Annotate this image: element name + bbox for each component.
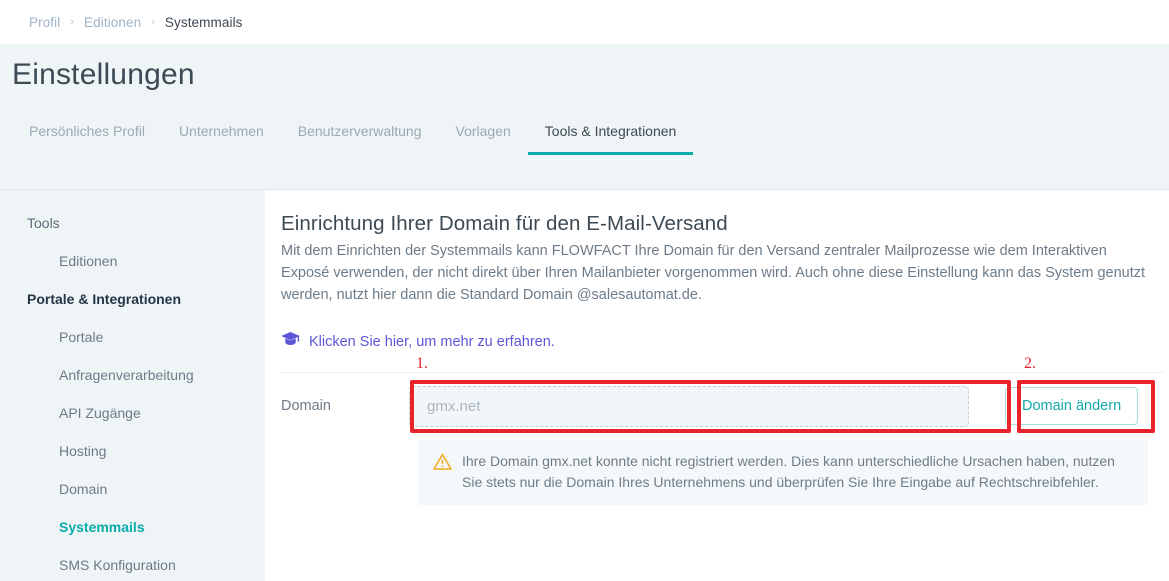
breadcrumb-item-editionen[interactable]: Editionen: [84, 15, 141, 30]
content-heading: Einrichtung Ihrer Domain für den E-Mail-…: [281, 212, 728, 235]
graduation-cap-icon: [281, 332, 300, 352]
warning-triangle-icon: [433, 453, 452, 476]
tab-unternehmen[interactable]: Unternehmen: [162, 121, 281, 155]
tab-bar: Persönliches Profil Unternehmen Benutzer…: [12, 121, 693, 167]
sidebar-item-anfragenverarbeitung[interactable]: Anfragenverarbeitung: [0, 356, 265, 394]
domain-form-row: Domain Domain ändern: [281, 380, 1165, 432]
page-header: Einstellungen Persönliches Profil Untern…: [0, 44, 1169, 190]
sidebar-group-tools[interactable]: Tools: [0, 204, 265, 242]
chevron-right-icon: ›: [70, 15, 75, 28]
breadcrumb: Profil › Editionen › Systemmails: [0, 0, 1169, 44]
sidebar: Tools Editionen Portale & Integrationen …: [0, 190, 265, 581]
chevron-right-icon: ›: [151, 15, 155, 28]
warning-message: Ihre Domain gmx.net konnte nicht registr…: [418, 440, 1148, 505]
change-domain-button[interactable]: Domain ändern: [1005, 387, 1139, 425]
learn-more-link-row[interactable]: Klicken Sie hier, um mehr zu erfahren.: [281, 332, 555, 352]
breadcrumb-item-profil[interactable]: Profil: [29, 15, 60, 30]
domain-label: Domain: [281, 398, 331, 414]
sidebar-item-systemmails[interactable]: Systemmails: [0, 508, 265, 546]
tab-tools-integrationen[interactable]: Tools & Integrationen: [527, 121, 694, 155]
sidebar-item-domain[interactable]: Domain: [0, 470, 265, 508]
tab-persoenliches-profil[interactable]: Persönliches Profil: [12, 121, 162, 155]
learn-more-link[interactable]: Klicken Sie hier, um mehr zu erfahren.: [309, 334, 555, 350]
sidebar-item-hosting[interactable]: Hosting: [0, 432, 265, 470]
sidebar-item-editionen[interactable]: Editionen: [0, 242, 265, 280]
tab-vorlagen[interactable]: Vorlagen: [439, 121, 528, 155]
breadcrumb-item-systemmails[interactable]: Systemmails: [165, 15, 243, 30]
warning-text: Ihre Domain gmx.net konnte nicht registr…: [462, 453, 1115, 490]
body-area: Tools Editionen Portale & Integrationen …: [0, 190, 1169, 581]
content-paragraph: Mit dem Einrichten der Systemmails kann …: [281, 243, 1146, 303]
content-panel: Einrichtung Ihrer Domain für den E-Mail-…: [265, 190, 1169, 581]
tab-benutzerverwaltung[interactable]: Benutzerverwaltung: [281, 121, 439, 155]
sidebar-item-api-zugaenge[interactable]: API Zugänge: [0, 394, 265, 432]
sidebar-item-sms-konfiguration[interactable]: SMS Konfiguration: [0, 546, 265, 581]
sidebar-group-portale-integrationen[interactable]: Portale & Integrationen: [0, 280, 265, 318]
domain-input[interactable]: [409, 385, 969, 427]
sidebar-item-portale[interactable]: Portale: [0, 318, 265, 356]
settings-page: Profil › Editionen › Systemmails Einstel…: [0, 0, 1169, 581]
form-divider: [281, 372, 1165, 373]
page-title: Einstellungen: [12, 58, 195, 91]
